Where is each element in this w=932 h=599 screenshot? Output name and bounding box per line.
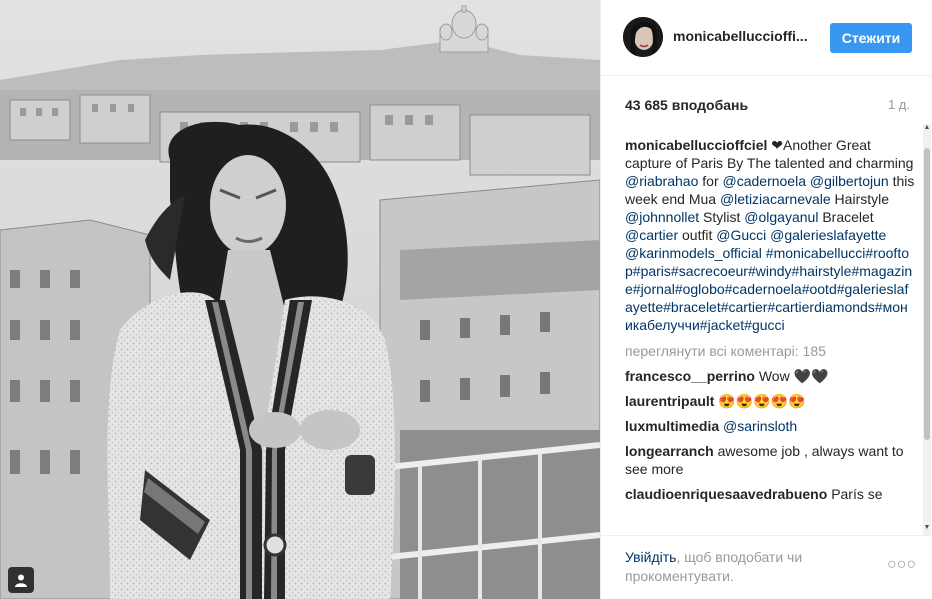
scrollbar-thumb[interactable] — [924, 148, 930, 440]
caption: monicabelluccioffciel ❤Another Great cap… — [625, 136, 915, 334]
scroll-up-arrow-icon[interactable]: ▲ — [923, 124, 931, 132]
mention-link[interactable]: @gilbertojun — [810, 173, 889, 189]
comment-item: laurentripault 😍😍😍😍😍 — [625, 392, 915, 410]
post-time[interactable]: 1 д. — [888, 97, 910, 112]
caption-text: outfit — [678, 227, 717, 243]
comment-item: luxmultimedia @sarinsloth — [625, 417, 915, 435]
heart-emoji: ❤ — [771, 137, 783, 153]
comment-username[interactable]: longearranch — [625, 443, 714, 459]
comment-item: claudioenriquesaavedrabueno París se — [625, 485, 915, 503]
mention-link[interactable]: @cartier — [625, 227, 678, 243]
likes-count[interactable]: 43 685 вподобань — [625, 97, 748, 113]
comments-list: monicabelluccioffciel ❤Another Great cap… — [625, 129, 915, 534]
mention-link[interactable]: @johnnollet — [625, 209, 699, 225]
more-options-icon[interactable]: ○○○ — [887, 556, 916, 574]
caption-text: for — [698, 173, 723, 189]
caption-text: Bracelet — [818, 209, 874, 225]
post-viewer: monicabelluccioffi... Стежити 43 685 впо… — [0, 0, 932, 599]
comment-username[interactable]: luxmultimedia — [625, 418, 719, 434]
comment-mention-link[interactable]: @sarinsloth — [723, 418, 797, 434]
mention-link[interactable]: @riabrahao — [625, 173, 698, 189]
username-link[interactable]: monicabelluccioffi... — [673, 28, 808, 44]
comment-item: francesco__perrino Wow 🖤🖤 — [625, 367, 915, 385]
comments-scrollbar[interactable]: ▲ ▼ — [920, 124, 932, 535]
comment-username[interactable]: claudioenriquesaavedrabueno — [625, 486, 827, 502]
post-side-panel: monicabelluccioffi... Стежити 43 685 впо… — [600, 0, 932, 599]
photo-illustration — [0, 0, 600, 599]
comment-item: longearranch awesome job , always want t… — [625, 442, 915, 478]
post-header: monicabelluccioffi... Стежити — [601, 0, 932, 76]
view-all-comments-link[interactable]: переглянути всі коментарі: 185 — [625, 342, 915, 360]
caption-username[interactable]: monicabelluccioffciel — [625, 137, 767, 153]
post-photo[interactable] — [0, 0, 600, 599]
login-link[interactable]: Увійдіть — [625, 549, 676, 565]
mention-link[interactable]: @letiziacarnevale — [720, 191, 831, 207]
avatar[interactable] — [623, 17, 663, 57]
comment-username[interactable]: laurentripault — [625, 393, 714, 409]
login-prompt: Увійдіть, щоб вподобати чи прокоментуват… — [625, 548, 865, 586]
user-tag-button[interactable] — [8, 567, 34, 593]
scroll-down-arrow-icon[interactable]: ▼ — [923, 524, 931, 532]
mention-link[interactable]: @galerieslafayette — [770, 227, 886, 243]
follow-button[interactable]: Стежити — [830, 23, 912, 53]
person-icon — [15, 574, 27, 587]
avatar-image — [623, 17, 663, 57]
caption-text: Hairstyle — [830, 191, 890, 207]
comment-username[interactable]: francesco__perrino — [625, 368, 755, 384]
mention-link[interactable]: @cadernoela — [723, 173, 807, 189]
comment-text: París se — [831, 486, 883, 502]
caption-text: Stylist — [699, 209, 745, 225]
mention-link[interactable]: @karinmodels_official — [625, 245, 762, 261]
comment-text: 😍😍😍😍😍 — [718, 393, 806, 409]
post-footer: Увійдіть, щоб вподобати чи прокоментуват… — [601, 535, 932, 599]
mention-link[interactable]: @Gucci — [716, 227, 766, 243]
mention-link[interactable]: @olgayanul — [744, 209, 818, 225]
comment-text: Wow 🖤🖤 — [758, 368, 829, 384]
